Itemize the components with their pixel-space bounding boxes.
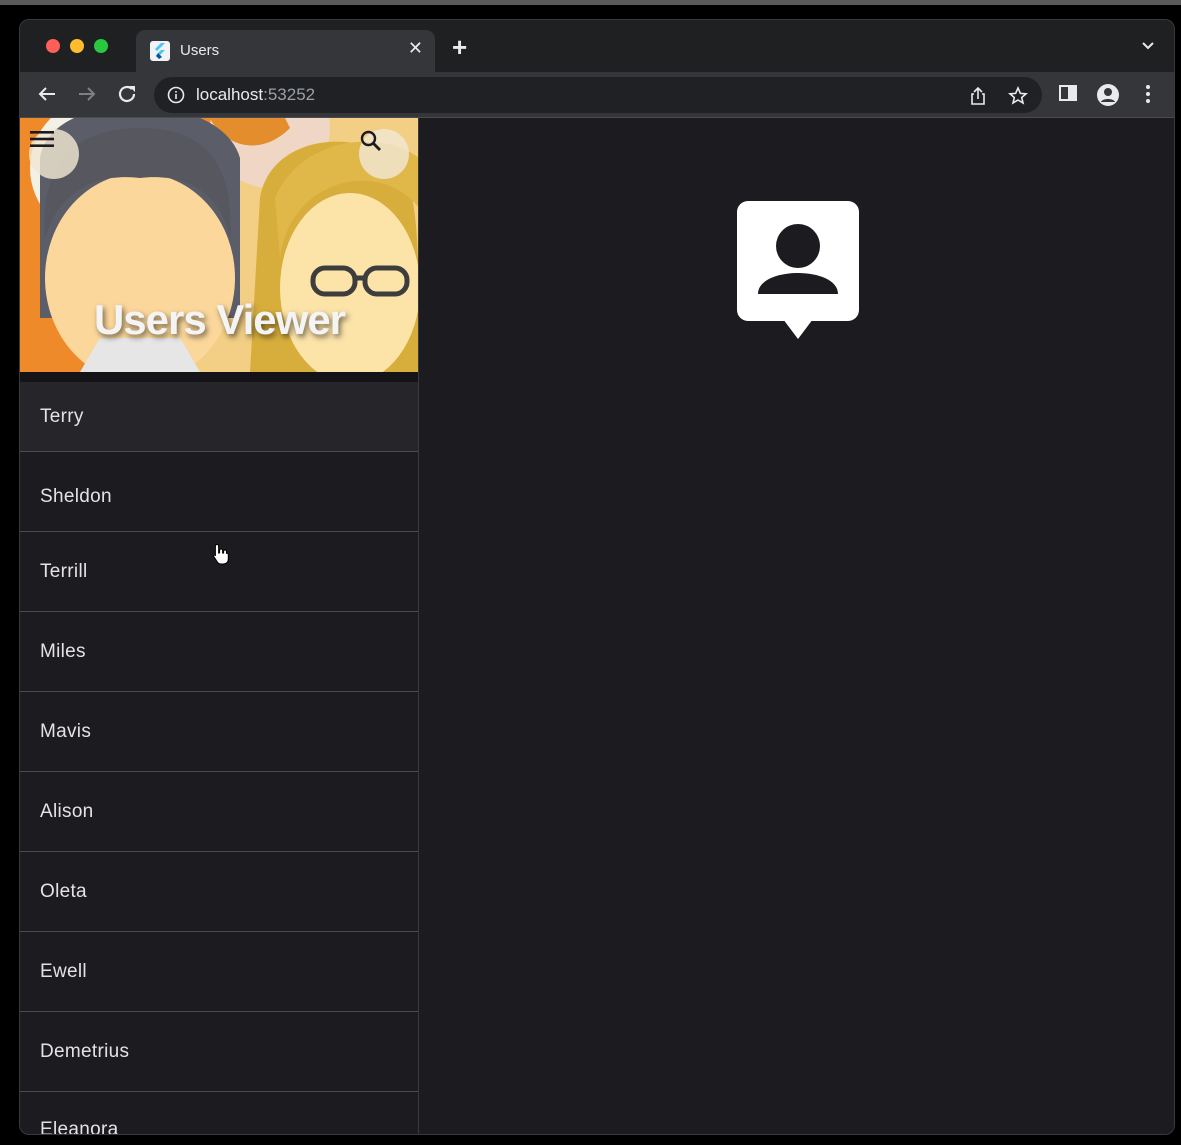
user-name: Demetrius bbox=[40, 1040, 130, 1062]
close-tab-icon[interactable]: ✕ bbox=[408, 38, 423, 59]
app-content: Users Viewer Terry Sheldon Terrill Miles… bbox=[20, 118, 1174, 1135]
user-name: Ewell bbox=[40, 960, 87, 982]
user-name: Terrill bbox=[40, 560, 88, 582]
list-top-gap bbox=[20, 372, 418, 382]
list-item[interactable]: Alison bbox=[20, 772, 418, 852]
url-port: :53252 bbox=[263, 85, 316, 104]
forward-arrow-icon[interactable] bbox=[75, 82, 99, 106]
header-banner: Users Viewer bbox=[20, 118, 418, 372]
user-name: Sheldon bbox=[40, 485, 112, 507]
search-button[interactable] bbox=[359, 129, 409, 179]
user-name: Eleanora bbox=[40, 1119, 119, 1135]
user-name: Oleta bbox=[40, 880, 87, 902]
list-item[interactable]: Ewell bbox=[20, 932, 418, 1012]
browser-tab-users[interactable]: Users ✕ bbox=[136, 30, 435, 72]
close-window-button[interactable] bbox=[46, 39, 60, 53]
list-item[interactable]: Mavis bbox=[20, 692, 418, 772]
share-icon[interactable] bbox=[968, 86, 988, 111]
list-item[interactable]: Oleta bbox=[20, 852, 418, 932]
search-icon bbox=[360, 130, 381, 151]
flutter-favicon-icon bbox=[150, 41, 170, 61]
address-bar[interactable]: localhost:53252 bbox=[154, 77, 1042, 113]
user-detail-panel bbox=[420, 118, 1174, 1134]
hand-pointer-cursor-icon bbox=[212, 543, 230, 570]
app-title: Users Viewer bbox=[93, 296, 346, 343]
user-name: Alison bbox=[40, 800, 94, 822]
list-item[interactable]: Sheldon bbox=[20, 452, 418, 532]
more-options-icon[interactable] bbox=[1140, 83, 1156, 110]
user-name: Miles bbox=[40, 640, 86, 662]
reload-icon[interactable] bbox=[115, 82, 139, 106]
list-item[interactable]: Demetrius bbox=[20, 1012, 418, 1092]
top-strip bbox=[0, 0, 1181, 5]
browser-toolbar: localhost:53252 bbox=[20, 72, 1174, 118]
users-list: Terry Sheldon Terrill Miles Mavis Alison… bbox=[20, 372, 418, 1135]
menu-button[interactable] bbox=[29, 129, 79, 179]
browser-window: Users ✕ + localhost:53252 Users Viewer T… bbox=[19, 19, 1175, 1135]
list-item[interactable]: Miles bbox=[20, 612, 418, 692]
users-sidebar: Users Viewer Terry Sheldon Terrill Miles… bbox=[20, 118, 419, 1135]
side-panel-icon[interactable] bbox=[1058, 83, 1078, 108]
user-name: Terry bbox=[40, 405, 84, 427]
contact-person-icon bbox=[737, 201, 859, 346]
bookmark-star-icon[interactable] bbox=[1008, 86, 1028, 111]
tab-search-chevron-icon[interactable] bbox=[1140, 38, 1156, 59]
maximize-window-button[interactable] bbox=[94, 39, 108, 53]
tab-title: Users bbox=[180, 42, 220, 59]
list-item[interactable]: Eleanora bbox=[20, 1092, 418, 1135]
url-text: localhost:53252 bbox=[196, 85, 315, 105]
site-info-icon[interactable] bbox=[167, 86, 185, 109]
profile-avatar-icon[interactable] bbox=[1096, 83, 1120, 112]
user-name: Mavis bbox=[40, 720, 92, 742]
url-host: localhost bbox=[196, 85, 264, 104]
hamburger-menu-icon bbox=[30, 131, 54, 147]
back-arrow-icon[interactable] bbox=[35, 82, 59, 106]
tab-bar: Users ✕ + bbox=[20, 20, 1174, 72]
new-tab-button[interactable]: + bbox=[452, 34, 467, 60]
list-item[interactable]: Terry bbox=[20, 382, 418, 452]
minimize-window-button[interactable] bbox=[70, 39, 84, 53]
